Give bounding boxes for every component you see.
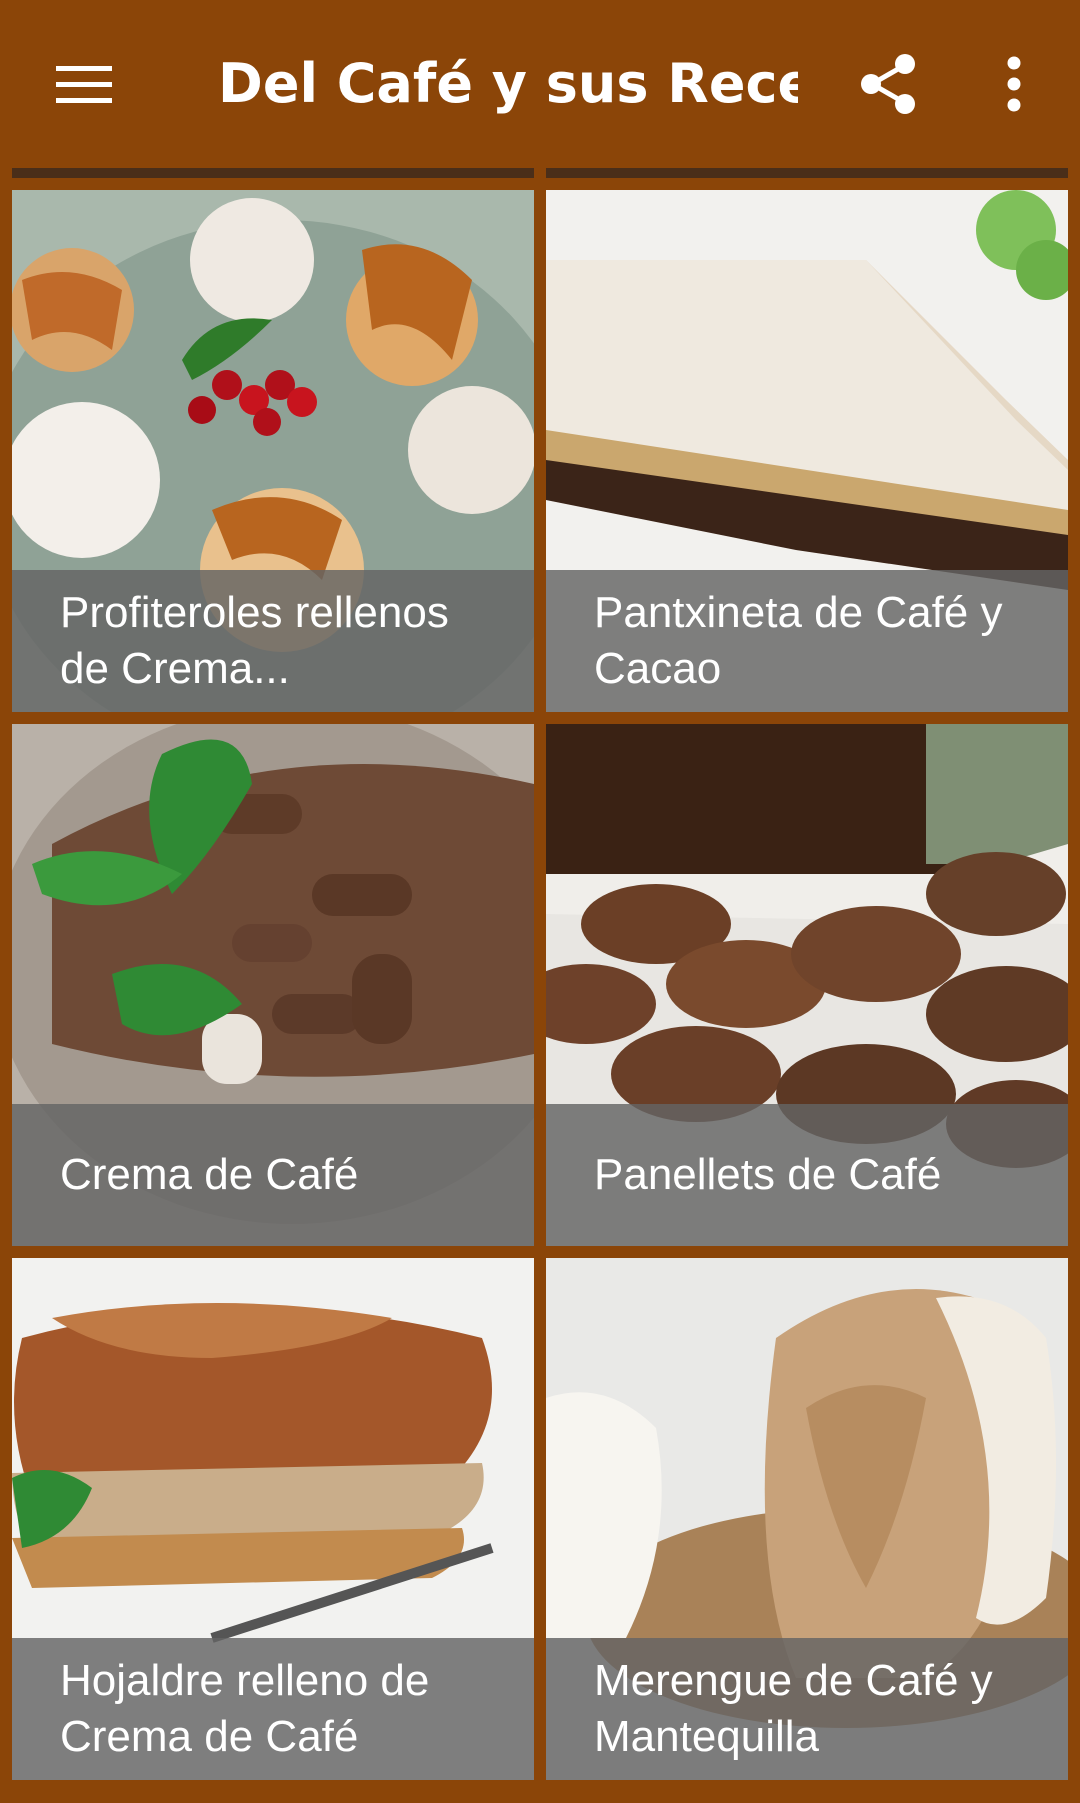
app-bar: Del Café y sus Rece... [0,0,1080,168]
app-title: Del Café y sus Rece... [218,52,798,115]
previous-row-edge [12,168,534,178]
recipe-title: Crema de Café [60,1150,359,1199]
recipe-card-crema-de-cafe[interactable]: Crema de Café [12,724,534,1246]
recipe-card-merengue[interactable]: Merengue de Café y Mantequilla [546,1258,1068,1780]
recipe-caption: Merengue de Café y Mantequilla [546,1638,1068,1780]
share-button[interactable] [846,44,930,124]
recipe-card-panellets[interactable]: Panellets de Café [546,724,1068,1246]
hamburger-menu-icon [56,66,112,103]
recipe-title: Pantxineta de Café y Cacao [594,588,1003,693]
recipe-title: Merengue de Café y Mantequilla [594,1656,993,1761]
recipe-card-profiteroles[interactable]: Profiteroles rellenos de Crema... [12,190,534,712]
recipe-caption: Pantxineta de Café y Cacao [546,570,1068,712]
recipe-title: Panellets de Café [594,1150,942,1199]
share-icon [861,54,915,114]
recipe-grid[interactable]: Profiteroles rellenos de Crema... Pantxi… [0,168,1080,1803]
more-options-button[interactable] [976,44,1052,124]
recipe-card-hojaldre[interactable]: Hojaldre relleno de Crema de Café [12,1258,534,1780]
more-vert-icon [1007,56,1021,112]
recipe-caption: Crema de Café [12,1104,534,1246]
recipe-caption: Hojaldre relleno de Crema de Café [12,1638,534,1780]
recipe-caption: Profiteroles rellenos de Crema... [12,570,534,712]
previous-row-edge [546,168,1068,178]
recipe-title: Profiteroles rellenos de Crema... [60,588,449,693]
recipe-card-pantxineta[interactable]: Pantxineta de Café y Cacao [546,190,1068,712]
menu-button[interactable] [40,44,128,124]
recipe-caption: Panellets de Café [546,1104,1068,1246]
recipe-title: Hojaldre relleno de Crema de Café [60,1656,430,1761]
